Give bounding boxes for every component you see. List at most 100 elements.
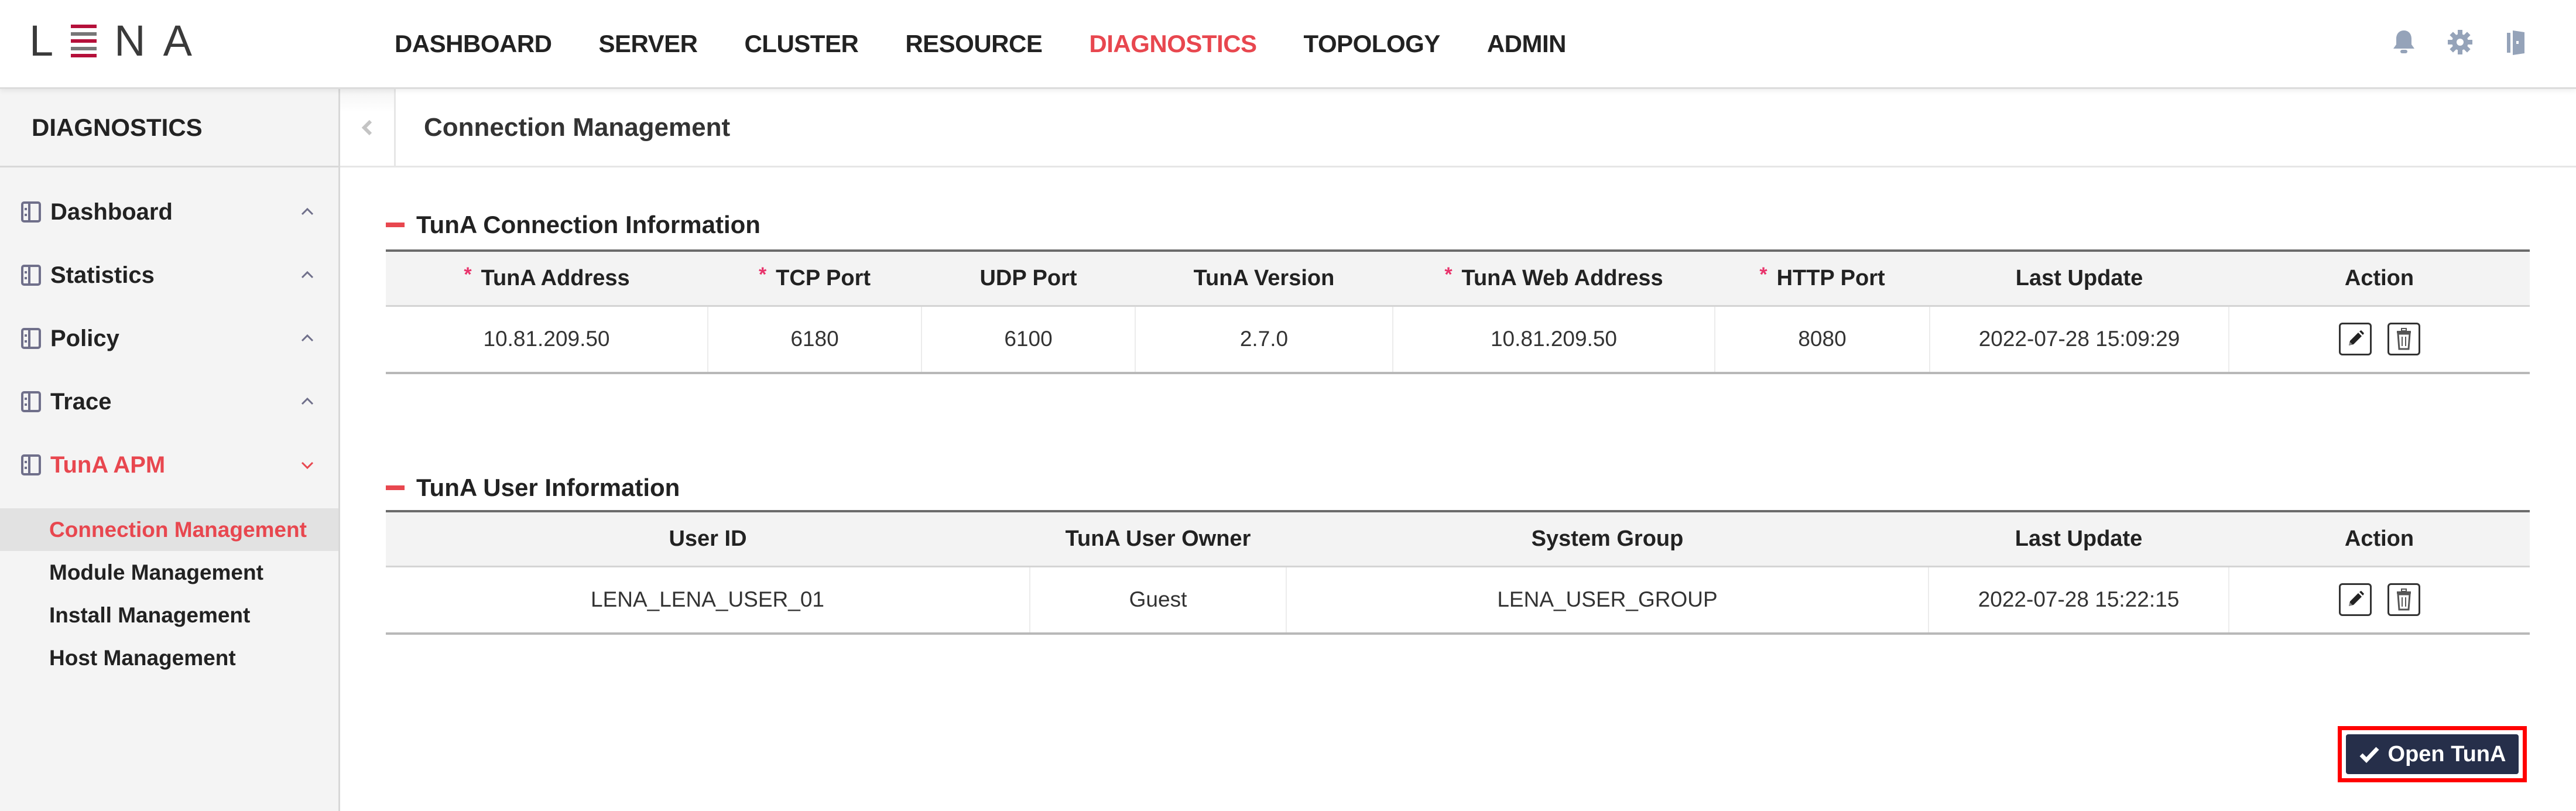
sidebar: DIAGNOSTICS Dashboard Statistics Policy … — [0, 89, 340, 811]
table-header-row: * TunA Address * TCP Port UDP Port TunA Ve… — [386, 251, 2530, 307]
logo-letter-a: A — [163, 16, 192, 65]
column-header: Action — [2229, 511, 2530, 567]
main-menu: DASHBOARD SERVER CLUSTER RESOURCE DIAGNO… — [395, 0, 1613, 88]
edit-button[interactable] — [2339, 583, 2372, 617]
section-marker — [386, 485, 405, 490]
tuna-web-address-cell: 10.81.209.50 — [1393, 306, 1715, 373]
open-tuna-button[interactable]: Open TunA — [2346, 734, 2519, 774]
logo-letter-l: L — [29, 16, 54, 65]
column-header[interactable]: Last Update — [1930, 251, 2229, 307]
chevron-up-icon — [301, 207, 314, 215]
column-header[interactable]: * HTTP Port — [1715, 251, 1930, 307]
chevron-up-icon — [301, 271, 314, 279]
logo-letter-n: N — [114, 16, 146, 65]
table-row: LENA_LENA_USER_01 Guest LENA_USER_GROUP … — [386, 566, 2530, 634]
sidebar-item-connection-management[interactable]: Connection Management — [0, 508, 338, 551]
required-marker: * — [1444, 263, 1453, 286]
column-header[interactable]: * TunA Address — [386, 251, 708, 307]
gear-icon[interactable] — [2447, 28, 2473, 56]
sidebar-group-label: Dashboard — [50, 199, 173, 225]
chevron-left-icon — [361, 119, 372, 135]
delete-button[interactable] — [2387, 323, 2420, 356]
system-group-cell: LENA_USER_GROUP — [1286, 566, 1929, 634]
user-section-title: TunA User Information — [386, 473, 680, 503]
required-marker: * — [758, 263, 767, 286]
section-title-text: TunA User Information — [416, 474, 680, 501]
sidebar-collapse-button[interactable] — [340, 89, 396, 166]
sidebar-item-module-management[interactable]: Module Management — [0, 551, 338, 594]
sidebar-title: DIAGNOSTICS — [0, 89, 338, 167]
column-header[interactable]: User ID — [386, 511, 1030, 567]
column-header[interactable]: System Group — [1286, 511, 1928, 567]
chevron-up-icon — [301, 334, 314, 342]
panel-icon — [21, 265, 41, 286]
edit-button[interactable] — [2339, 323, 2372, 356]
sidebar-group-policy[interactable]: Policy — [0, 307, 338, 370]
udp-port-cell: 6100 — [922, 306, 1136, 373]
sidebar-group-tuna-apm[interactable]: TunA APM — [0, 433, 338, 497]
sidebar-item-host-management[interactable]: Host Management — [0, 637, 338, 679]
table-header-row: User ID TunA User Owner System Group Las… — [386, 511, 2530, 567]
logout-door-icon[interactable] — [2503, 28, 2529, 56]
trash-icon — [2396, 588, 2411, 611]
bell-icon[interactable] — [2391, 28, 2417, 56]
sidebar-group-statistics[interactable]: Statistics — [0, 244, 338, 307]
section-title-text: TunA Connection Information — [416, 211, 761, 238]
menu-server[interactable]: SERVER — [599, 30, 698, 58]
tcp-port-cell: 6180 — [708, 306, 922, 373]
column-header[interactable]: * TunA Web Address — [1393, 251, 1715, 307]
connection-table: * TunA Address * TCP Port UDP Port TunA Ve… — [386, 249, 2530, 374]
user-table: User ID TunA User Owner System Group Las… — [386, 510, 2530, 635]
tuna-version-cell: 2.7.0 — [1135, 306, 1393, 373]
tuna-address-cell: 10.81.209.50 — [386, 306, 708, 373]
page-header: Connection Management — [340, 89, 2576, 167]
delete-button[interactable] — [2387, 583, 2420, 617]
last-update-cell: 2022-07-28 15:09:29 — [1930, 306, 2229, 373]
column-header[interactable]: TunA User Owner — [1030, 511, 1286, 567]
last-update-cell: 2022-07-28 15:22:15 — [1928, 566, 2229, 634]
top-icons — [2391, 28, 2529, 56]
panel-icon — [21, 454, 41, 475]
open-tuna-label: Open TunA — [2387, 741, 2506, 766]
menu-resource[interactable]: RESOURCE — [905, 30, 1043, 58]
menu-diagnostics[interactable]: DIAGNOSTICS — [1089, 30, 1257, 58]
column-header: Action — [2229, 251, 2530, 307]
page-title: Connection Management — [424, 112, 731, 142]
chevron-up-icon — [301, 397, 314, 405]
column-header[interactable]: TunA Version — [1135, 251, 1393, 307]
lena-logo[interactable]: L N A — [29, 16, 192, 65]
section-marker — [386, 223, 405, 227]
top-navigation-bar: L N A DASHBOARD SERVER CLUSTER RESOURCE … — [0, 0, 2576, 89]
panel-icon — [21, 328, 41, 349]
menu-admin[interactable]: ADMIN — [1487, 30, 1567, 58]
sidebar-item-install-management[interactable]: Install Management — [0, 594, 338, 637]
pencil-icon — [2349, 591, 2365, 607]
trash-icon — [2396, 328, 2411, 350]
sidebar-group-label: Statistics — [50, 262, 155, 288]
menu-cluster[interactable]: CLUSTER — [744, 30, 858, 58]
user-owner-cell: Guest — [1030, 566, 1287, 634]
chevron-down-icon — [301, 461, 314, 470]
panel-icon — [21, 391, 41, 412]
column-header[interactable]: Last Update — [1928, 511, 2229, 567]
column-header[interactable]: * TCP Port — [708, 251, 922, 307]
table-row: 10.81.209.50 6180 6100 2.7.0 10.81.209.5… — [386, 306, 2530, 373]
sidebar-group-trace[interactable]: Trace — [0, 370, 338, 433]
pencil-icon — [2349, 330, 2365, 346]
menu-topology[interactable]: TOPOLOGY — [1304, 30, 1441, 58]
sidebar-group-label: Policy — [50, 325, 119, 351]
required-marker: * — [1759, 263, 1767, 286]
panel-icon — [21, 201, 41, 223]
http-port-cell: 8080 — [1715, 306, 1930, 373]
sidebar-group-label: TunA APM — [50, 451, 166, 478]
logo-e-bars-icon — [71, 25, 97, 57]
column-header[interactable]: UDP Port — [922, 251, 1135, 307]
action-cell — [2229, 566, 2530, 634]
menu-dashboard[interactable]: DASHBOARD — [395, 30, 552, 58]
connection-section-title: TunA Connection Information — [386, 210, 761, 240]
sidebar-group-label: Trace — [50, 388, 112, 415]
sidebar-group-dashboard[interactable]: Dashboard — [0, 180, 338, 244]
open-tuna-highlight: Open TunA — [2338, 726, 2527, 782]
user-id-cell: LENA_LENA_USER_01 — [386, 566, 1030, 634]
required-marker: * — [464, 263, 472, 286]
